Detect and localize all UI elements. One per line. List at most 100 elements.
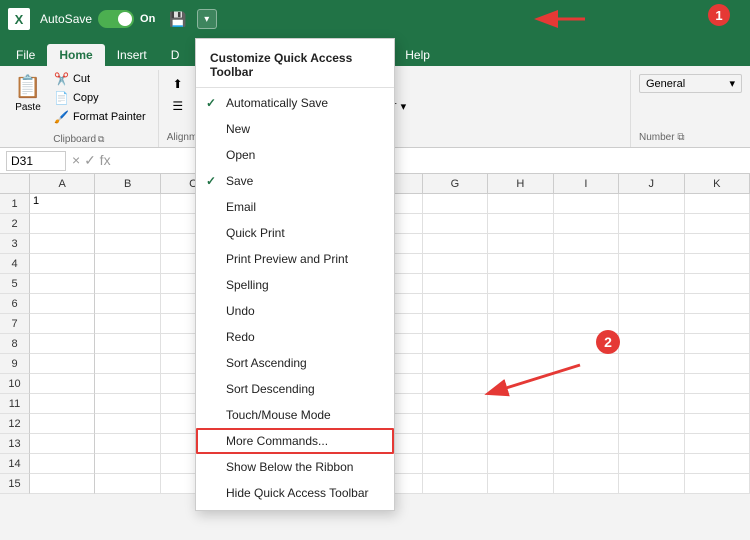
cell-g2[interactable] (423, 214, 488, 234)
cell-j6[interactable] (619, 294, 684, 314)
quick-access-dropdown-btn[interactable]: ▾ (197, 9, 217, 29)
cell-h6[interactable] (488, 294, 553, 314)
col-header-h[interactable]: H (488, 174, 553, 193)
dropdown-item-auto-save[interactable]: Automatically Save (196, 90, 394, 116)
cell-k9[interactable] (685, 354, 750, 374)
cell-b6[interactable] (95, 294, 160, 314)
clipboard-expand-icon[interactable]: ⧉ (98, 134, 104, 145)
number-expand-icon[interactable]: ⧉ (677, 132, 684, 143)
cell-k14[interactable] (685, 454, 750, 474)
cell-i10[interactable] (554, 374, 619, 394)
cell-j15[interactable] (619, 474, 684, 494)
cell-i14[interactable] (554, 454, 619, 474)
cell-j7[interactable] (619, 314, 684, 334)
cell-k4[interactable] (685, 254, 750, 274)
cell-h3[interactable] (488, 234, 553, 254)
cell-b7[interactable] (95, 314, 160, 334)
cell-k5[interactable] (685, 274, 750, 294)
cell-g5[interactable] (423, 274, 488, 294)
cell-j2[interactable] (619, 214, 684, 234)
cell-h7[interactable] (488, 314, 553, 334)
cell-h14[interactable] (488, 454, 553, 474)
cell-g1[interactable] (423, 194, 488, 214)
dropdown-item-new[interactable]: New (196, 116, 394, 142)
cell-h11[interactable] (488, 394, 553, 414)
dropdown-item-save[interactable]: Save (196, 168, 394, 194)
cell-g3[interactable] (423, 234, 488, 254)
cell-h9[interactable] (488, 354, 553, 374)
cell-b13[interactable] (95, 434, 160, 454)
cell-b11[interactable] (95, 394, 160, 414)
cut-button[interactable]: ✂️ Cut (50, 70, 150, 88)
cell-i12[interactable] (554, 414, 619, 434)
cell-g10[interactable] (423, 374, 488, 394)
cell-a4[interactable] (30, 254, 95, 274)
cell-a8[interactable] (30, 334, 95, 354)
cell-a3[interactable] (30, 234, 95, 254)
dropdown-item-show-below[interactable]: Show Below the Ribbon (196, 454, 394, 480)
col-header-g[interactable]: G (423, 174, 488, 193)
tab-home[interactable]: Home (47, 44, 104, 66)
cell-b3[interactable] (95, 234, 160, 254)
save-icon[interactable]: 💾 (165, 9, 190, 30)
cell-a15[interactable] (30, 474, 95, 494)
dropdown-item-open[interactable]: Open (196, 142, 394, 168)
cell-i4[interactable] (554, 254, 619, 274)
cell-h1[interactable] (488, 194, 553, 214)
dropdown-item-print-preview[interactable]: Print Preview and Print (196, 246, 394, 272)
cell-a6[interactable] (30, 294, 95, 314)
paste-button[interactable]: 📋 Paste (8, 70, 48, 117)
dropdown-item-quick-print[interactable]: Quick Print (196, 220, 394, 246)
cell-k2[interactable] (685, 214, 750, 234)
cell-a5[interactable] (30, 274, 95, 294)
format-painter-button[interactable]: 🖌️ Format Painter (50, 108, 150, 126)
cell-j4[interactable] (619, 254, 684, 274)
cell-b9[interactable] (95, 354, 160, 374)
cell-j1[interactable] (619, 194, 684, 214)
cell-j13[interactable] (619, 434, 684, 454)
cell-a11[interactable] (30, 394, 95, 414)
cell-k11[interactable] (685, 394, 750, 414)
cell-j5[interactable] (619, 274, 684, 294)
dropdown-item-email[interactable]: Email (196, 194, 394, 220)
tab-insert[interactable]: Insert (105, 44, 159, 66)
cell-g15[interactable] (423, 474, 488, 494)
cell-h8[interactable] (488, 334, 553, 354)
cell-reference-input[interactable] (6, 151, 66, 171)
cell-b5[interactable] (95, 274, 160, 294)
cell-i6[interactable] (554, 294, 619, 314)
cell-h10[interactable] (488, 374, 553, 394)
cell-h2[interactable] (488, 214, 553, 234)
tab-d[interactable]: D (159, 44, 192, 66)
cell-b8[interactable] (95, 334, 160, 354)
cell-a1[interactable]: 1 (30, 194, 95, 214)
cell-j9[interactable] (619, 354, 684, 374)
dropdown-item-redo[interactable]: Redo (196, 324, 394, 350)
cell-g13[interactable] (423, 434, 488, 454)
dropdown-item-undo[interactable]: Undo (196, 298, 394, 324)
merge-dropdown-icon[interactable]: ▾ (401, 100, 407, 113)
cell-k12[interactable] (685, 414, 750, 434)
cell-h12[interactable] (488, 414, 553, 434)
cell-b10[interactable] (95, 374, 160, 394)
cell-i5[interactable] (554, 274, 619, 294)
dropdown-item-hide-toolbar[interactable]: Hide Quick Access Toolbar (196, 480, 394, 506)
cell-g14[interactable] (423, 454, 488, 474)
cell-g7[interactable] (423, 314, 488, 334)
cell-h15[interactable] (488, 474, 553, 494)
cell-k7[interactable] (685, 314, 750, 334)
col-header-k[interactable]: K (685, 174, 750, 193)
dropdown-item-sort-asc[interactable]: Sort Ascending (196, 350, 394, 376)
col-header-j[interactable]: J (619, 174, 684, 193)
cell-g12[interactable] (423, 414, 488, 434)
cell-i15[interactable] (554, 474, 619, 494)
tab-file[interactable]: File (4, 44, 47, 66)
cell-b14[interactable] (95, 454, 160, 474)
cell-a12[interactable] (30, 414, 95, 434)
dropdown-item-more-commands[interactable]: More Commands... (196, 428, 394, 454)
cell-g9[interactable] (423, 354, 488, 374)
align-top-btn[interactable]: ⬆ (167, 74, 189, 94)
align-left-btn[interactable]: ☰ (167, 96, 189, 116)
cell-b4[interactable] (95, 254, 160, 274)
cell-i11[interactable] (554, 394, 619, 414)
